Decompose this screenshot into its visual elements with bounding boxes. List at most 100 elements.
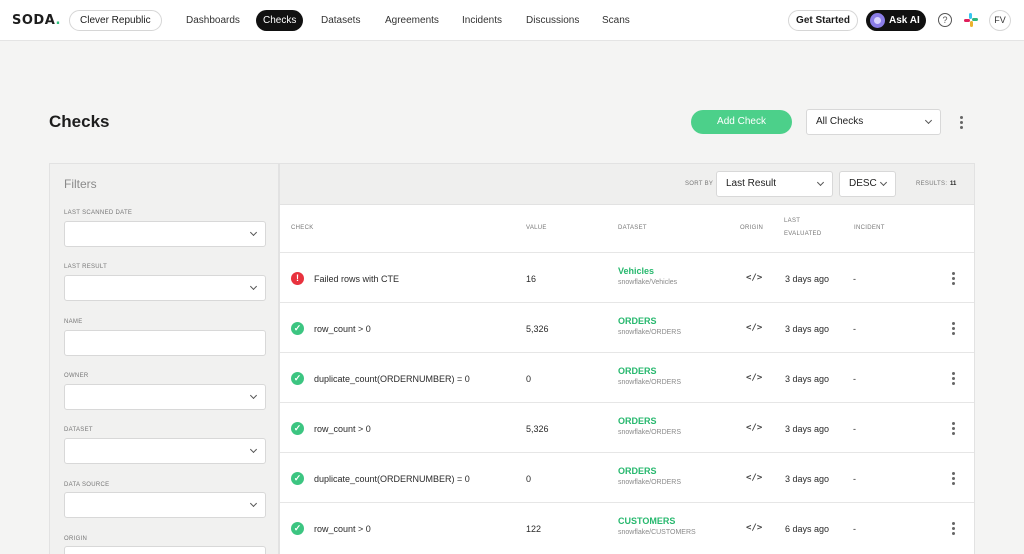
dataset-link[interactable]: ORDERS [618,466,657,476]
check-name[interactable]: Failed rows with CTE [314,274,399,284]
filter-label-data-source: DATA SOURCE [64,482,110,488]
nav-incidents[interactable]: Incidents [462,10,502,31]
dataset-path: snowflake/ORDERS [618,479,682,486]
check-name[interactable]: row_count > 0 [314,424,371,434]
dataset-link[interactable]: ORDERS [618,366,657,376]
column-header-value[interactable]: VALUE [526,222,547,235]
chevron-down-icon [249,445,258,454]
row-more-menu-icon[interactable] [952,272,955,287]
view-select[interactable]: All Checks [806,109,941,135]
ai-sparkle-icon [870,13,885,28]
last-evaluated: 3 days ago [785,274,830,284]
incident-value: - [853,474,856,484]
code-origin-icon: </> [746,423,763,433]
sort-by-select[interactable]: Last Result [716,171,833,197]
last-evaluated: 3 days ago [785,474,830,484]
row-more-menu-icon[interactable] [952,322,955,337]
add-check-button[interactable]: Add Check [691,110,792,134]
chevron-down-icon [249,499,258,508]
column-header-check[interactable]: CHECK [291,222,314,235]
nav-scans[interactable]: Scans [602,10,630,31]
filter-last-result-select[interactable] [64,275,266,301]
dataset-path: snowflake/Vehicles [618,279,678,286]
check-value: 16 [526,274,537,284]
filter-origin-select[interactable] [64,546,266,554]
code-origin-icon: </> [746,273,763,283]
page-title: Checks [49,112,110,131]
failed-status-icon: ! [291,272,304,285]
nav-checks[interactable]: Checks [256,10,304,31]
organization-switcher[interactable]: Clever Republic [69,10,162,31]
code-origin-icon: </> [746,373,763,383]
code-origin-icon: </> [746,523,763,533]
ask-ai-button[interactable]: Ask AI [866,10,926,31]
table-row[interactable]: ✓ row_count > 0 5,326 ORDERS snowflake/O… [280,402,974,452]
dataset-link[interactable]: ORDERS [618,316,657,326]
incident-value: - [853,524,856,534]
filter-label-last-result: LAST RESULT [64,264,108,270]
nav-discussions[interactable]: Discussions [526,10,579,31]
checks-table-panel: SORT BY Last Result DESC RESULTS: 11 CHE… [279,163,975,554]
last-evaluated: 6 days ago [785,524,830,534]
get-started-button[interactable]: Get Started [788,10,858,31]
code-origin-icon: </> [746,323,763,333]
filter-label-owner: OWNER [64,373,89,379]
row-more-menu-icon[interactable] [952,422,955,437]
view-select-value: All Checks [816,116,864,127]
sort-bar: SORT BY Last Result DESC RESULTS: 11 [280,164,974,205]
user-avatar[interactable]: FV [989,10,1011,31]
last-evaluated: 3 days ago [785,424,830,434]
nav-datasets[interactable]: Datasets [321,10,360,31]
help-icon[interactable]: ? [938,13,952,27]
filter-data-source-select[interactable] [64,492,266,518]
filter-owner-select[interactable] [64,384,266,410]
column-header-last-evaluated-line1: LAST [784,218,801,224]
results-count: 11 [950,181,957,187]
dataset-link[interactable]: ORDERS [618,416,657,426]
ask-ai-label: Ask AI [889,15,920,26]
check-value: 5,326 [526,424,549,434]
table-row[interactable]: ✓ row_count > 0 5,326 ORDERS snowflake/O… [280,302,974,352]
chevron-down-icon [249,282,258,291]
filter-label-last-scanned-date: LAST SCANNED DATE [64,210,133,216]
check-name[interactable]: duplicate_count(ORDERNUMBER) = 0 [314,474,470,484]
page-more-menu-icon[interactable] [960,116,963,131]
table-row[interactable]: ✓ duplicate_count(ORDERNUMBER) = 0 0 ORD… [280,352,974,402]
filter-dataset-select[interactable] [64,438,266,464]
slack-icon[interactable] [964,13,978,27]
check-value: 122 [526,524,542,534]
results-label: RESULTS: [916,181,948,187]
chevron-down-icon [924,116,933,125]
filter-last-scanned-date-select[interactable] [64,221,266,247]
filter-name-input[interactable] [64,330,266,356]
sort-by-value: Last Result [726,178,777,189]
table-row[interactable]: ✓ duplicate_count(ORDERNUMBER) = 0 0 ORD… [280,452,974,502]
dataset-link[interactable]: CUSTOMERS [618,516,675,526]
chevron-down-icon [249,391,258,400]
nav-agreements[interactable]: Agreements [385,10,439,31]
filter-label-origin: ORIGIN [64,536,88,542]
column-header-origin[interactable]: ORIGIN [740,222,763,235]
sort-by-label: SORT BY [685,181,714,187]
check-name[interactable]: row_count > 0 [314,524,371,534]
row-more-menu-icon[interactable] [952,522,955,537]
row-more-menu-icon[interactable] [952,472,955,487]
column-header-dataset[interactable]: DATASET [618,222,647,235]
check-name[interactable]: duplicate_count(ORDERNUMBER) = 0 [314,374,470,384]
passed-status-icon: ✓ [291,422,304,435]
incident-value: - [853,374,856,384]
nav-dashboards[interactable]: Dashboards [186,10,240,31]
passed-status-icon: ✓ [291,372,304,385]
column-header-incident[interactable]: INCIDENT [854,222,885,235]
table-row[interactable]: ✓ row_count > 0 122 CUSTOMERS snowflake/… [280,502,974,552]
check-value: 5,326 [526,324,549,334]
column-header-last-evaluated[interactable]: LAST EVALUATED [784,215,822,241]
dataset-link[interactable]: Vehicles [618,266,654,276]
sort-order-select[interactable]: DESC [839,171,896,197]
table-row[interactable]: ! Failed rows with CTE 16 Vehicles snowf… [280,252,974,302]
filter-label-dataset: DATASET [64,427,93,433]
soda-logo[interactable]: SODA. [12,13,61,28]
dataset-path: snowflake/ORDERS [618,379,682,386]
check-name[interactable]: row_count > 0 [314,324,371,334]
row-more-menu-icon[interactable] [952,372,955,387]
